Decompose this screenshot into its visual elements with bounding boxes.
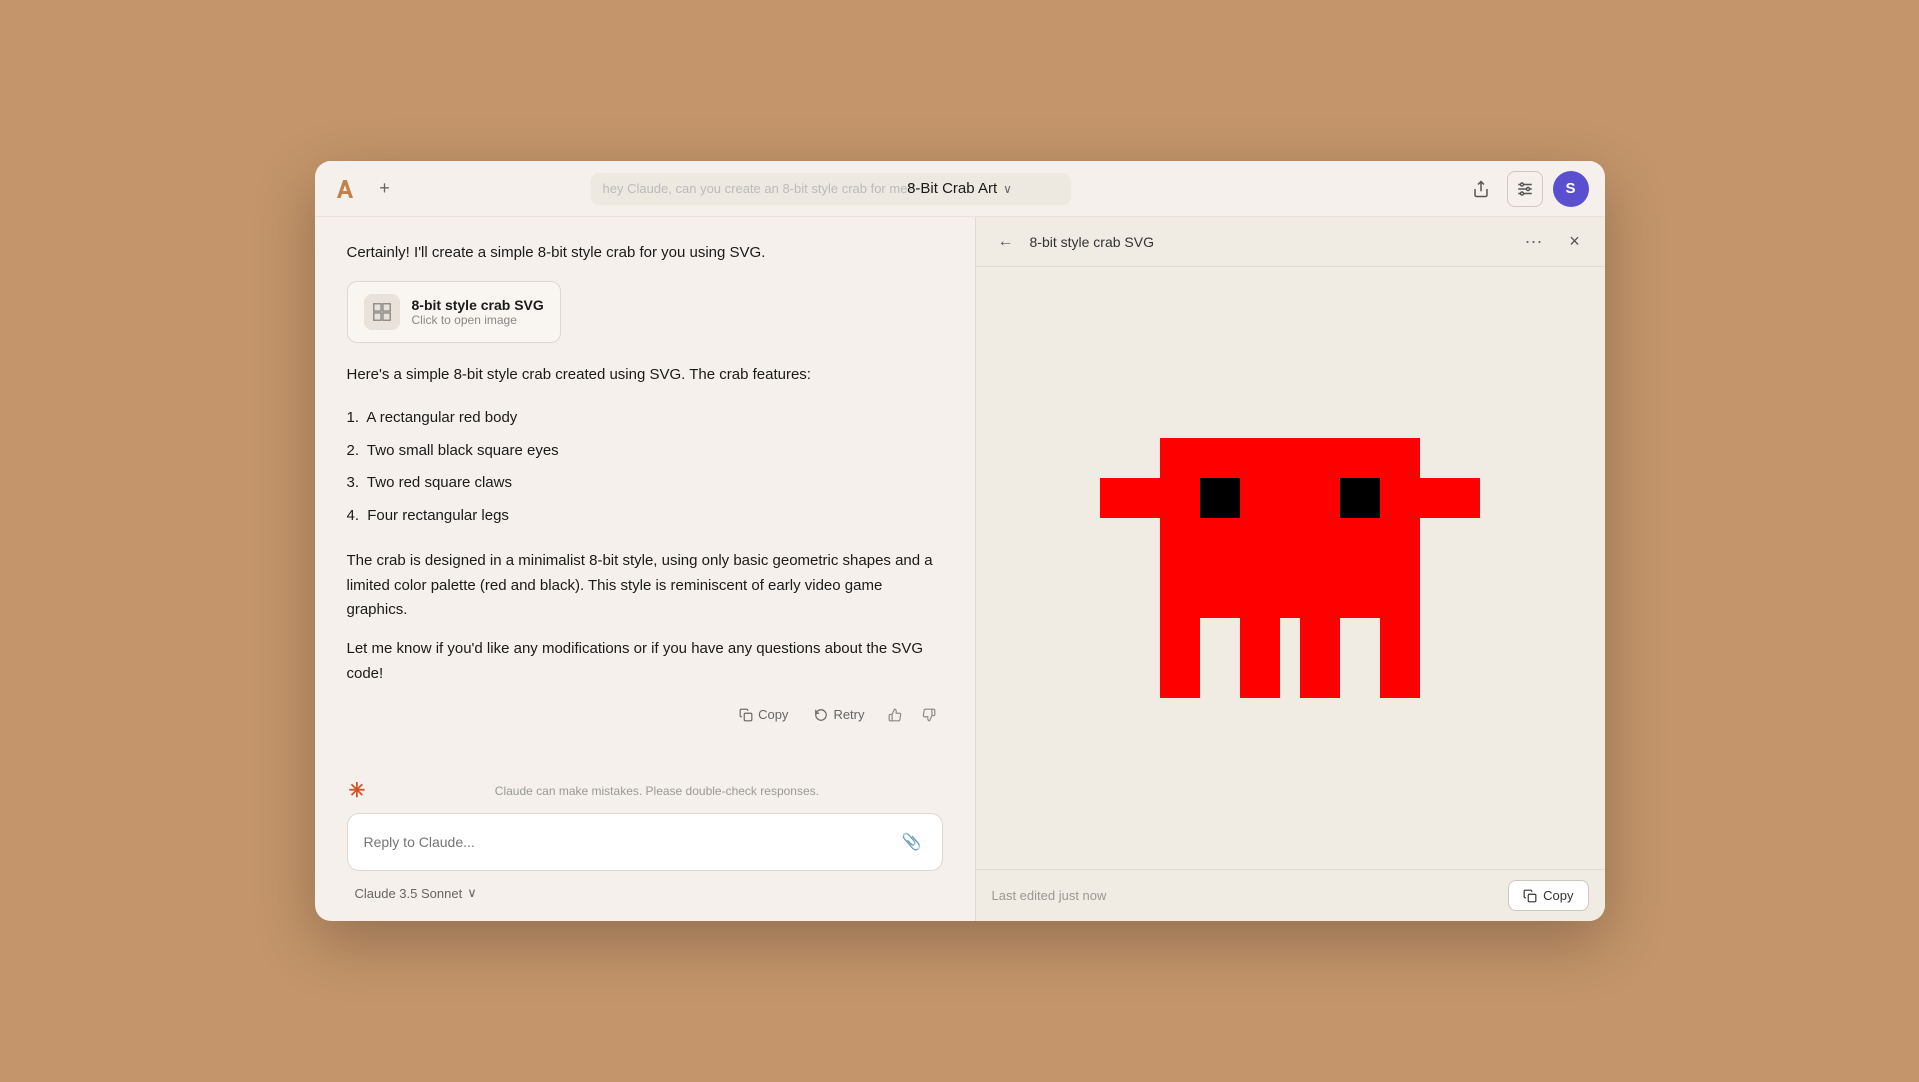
anthropic-icon [331,175,359,203]
preview-copy-label: Copy [1543,888,1573,903]
preview-more-button[interactable]: ··· [1517,227,1551,256]
reply-input[interactable] [364,834,888,850]
conclusion-2: Let me know if you'd like any modificati… [347,637,943,687]
crab-image [1100,388,1480,748]
intro-message: Certainly! I'll create a simple 8-bit st… [347,241,943,265]
artifact-subtitle: Click to open image [412,313,544,327]
thumbs-up-button[interactable] [881,701,909,729]
input-area: 📎 [347,813,943,871]
last-edited-text: Last edited just now [992,888,1499,903]
conversation-title: 8-Bit Crab Art [907,180,997,197]
anthropic-logo [331,175,359,203]
copy-message-button[interactable]: Copy [729,702,798,727]
chevron-down-icon: ∨ [1003,182,1012,196]
attach-button[interactable]: 📎 [898,828,926,856]
features-list: 1. A rectangular red body 2. Two small b… [347,402,943,533]
preview-back-button[interactable]: ← [992,228,1020,256]
model-chevron-icon: ∨ [467,885,477,901]
preview-close-button[interactable]: × [1561,228,1589,256]
artifact-title: 8-bit style crab SVG [412,297,544,313]
preview-content [976,267,1605,869]
preview-copy-button[interactable]: Copy [1508,880,1588,911]
model-selector[interactable]: Claude 3.5 Sonnet ∨ [347,881,943,905]
thumbs-down-button[interactable] [915,701,943,729]
claude-asterisk-icon: ✳ [349,781,366,801]
disclaimer-text: Claude can make mistakes. Please double-… [373,784,940,798]
response-intro: Here's a simple 8-bit style crab created… [347,363,943,388]
conclusion-1: The crab is designed in a minimalist 8-b… [347,549,943,623]
preview-title: 8-bit style crab SVG [1030,234,1507,250]
artifact-card[interactable]: 8-bit style crab SVG Click to open image [347,281,561,343]
share-button[interactable] [1465,173,1497,205]
artifact-card-icon [364,294,400,330]
settings-button[interactable] [1507,171,1543,207]
new-chat-button[interactable]: + [371,175,399,203]
retry-button[interactable]: Retry [804,702,874,727]
avatar[interactable]: S [1553,171,1589,207]
